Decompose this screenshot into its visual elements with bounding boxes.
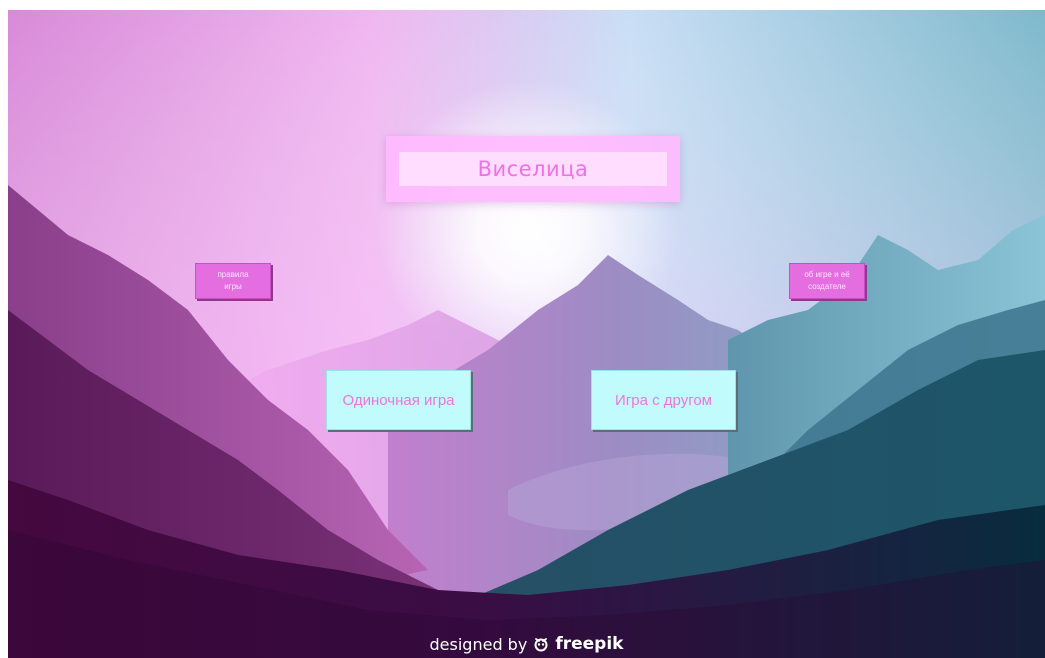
rules-button[interactable]: правила игры xyxy=(195,263,271,299)
freepik-credit: designed by freepik xyxy=(8,634,1045,654)
freepik-logo-icon xyxy=(534,638,548,652)
title-panel: Виселица xyxy=(386,136,680,202)
game-title: Виселица xyxy=(477,157,589,181)
about-button-label-line-2: создателе xyxy=(808,282,846,291)
rules-button-label-line-2: игры xyxy=(224,282,242,291)
credit-brand: freepik xyxy=(555,634,624,654)
single-player-button[interactable]: Одиночная игра xyxy=(326,370,471,430)
single-player-button-label: Одиночная игра xyxy=(342,391,455,409)
title-inner-panel: Виселица xyxy=(399,152,667,186)
credit-prefix: designed by xyxy=(429,634,528,654)
mountain-background xyxy=(8,10,1045,658)
about-button-label-line-1: об игре и её xyxy=(804,270,850,279)
about-button[interactable]: об игре и её создателе xyxy=(789,263,865,299)
rules-button-label-line-1: правила xyxy=(217,270,249,279)
play-with-friend-button[interactable]: Игра с другом xyxy=(591,370,736,430)
game-screen: Виселица правила игры об игре и её созда… xyxy=(8,10,1045,658)
play-with-friend-button-label: Игра с другом xyxy=(615,391,712,409)
